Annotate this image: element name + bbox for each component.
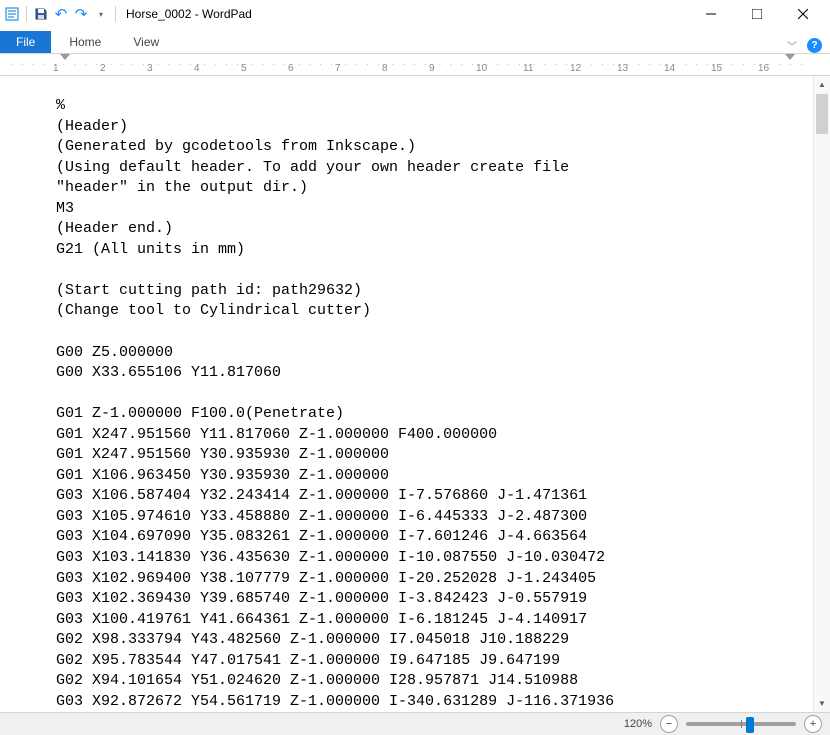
title-bar: ↶ ↷ ▾ Horse_0002 - WordPad [0,0,830,28]
zoom-slider-thumb[interactable] [746,717,754,733]
ribbon-collapse-icon[interactable]: ﹀ [787,38,797,53]
slider-midpoint [741,720,742,728]
scroll-down-button[interactable]: ▼ [814,695,830,712]
scroll-thumb[interactable] [816,94,828,134]
right-indent-marker[interactable] [785,54,795,60]
save-icon[interactable] [33,6,49,22]
help-icon[interactable]: ? [807,38,822,53]
qat-dropdown-icon[interactable]: ▾ [93,6,109,22]
window-title: Horse_0002 - WordPad [126,7,252,21]
document-area: % (Header) (Generated by gcodetools from… [0,76,830,712]
horizontal-ruler[interactable]: · · · ·1 · · · ·2 · · · ·3 · · · ·4 · · … [0,54,830,76]
close-button[interactable] [780,0,826,28]
tab-file[interactable]: File [0,31,51,53]
minimize-button[interactable] [688,0,734,28]
zoom-slider[interactable] [686,722,796,726]
zoom-out-button[interactable]: − [660,715,678,733]
separator [26,6,27,22]
status-bar: 120% − + [0,712,830,735]
scroll-up-button[interactable]: ▲ [814,76,830,93]
undo-icon[interactable]: ↶ [53,6,69,22]
app-icon [4,6,20,22]
separator [115,6,116,22]
tab-home[interactable]: Home [53,31,117,53]
ribbon-tabs: File Home View ﹀ ? [0,28,830,54]
zoom-in-button[interactable]: + [804,715,822,733]
quick-access-toolbar: ↶ ↷ ▾ Horse_0002 - WordPad [4,6,688,22]
maximize-button[interactable] [734,0,780,28]
tab-view[interactable]: View [117,31,175,53]
redo-icon[interactable]: ↷ [73,6,89,22]
document-body[interactable]: % (Header) (Generated by gcodetools from… [0,76,813,712]
window-controls [688,0,826,28]
vertical-scrollbar[interactable]: ▲ ▼ [813,76,830,712]
zoom-level-label: 120% [624,718,652,730]
